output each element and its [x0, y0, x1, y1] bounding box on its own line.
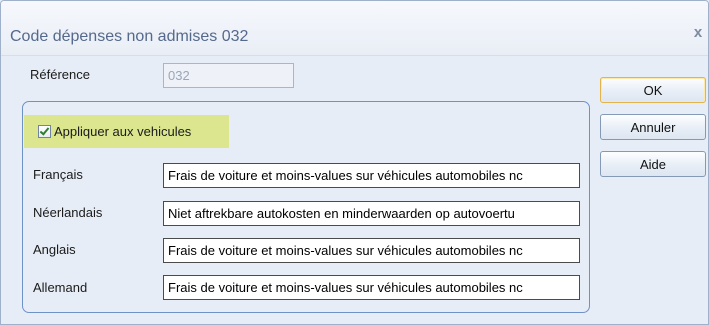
check-icon	[39, 125, 50, 136]
english-label: Anglais	[33, 242, 76, 257]
english-field[interactable]	[163, 238, 580, 263]
ok-button[interactable]: OK	[600, 77, 706, 103]
title-bar[interactable]: Code dépenses non admises 032 x	[1, 1, 708, 56]
french-field[interactable]	[163, 163, 580, 188]
close-icon[interactable]: x	[690, 24, 706, 42]
cancel-button[interactable]: Annuler	[600, 114, 706, 140]
reference-label: Référence	[30, 67, 90, 82]
apply-vehicles-label[interactable]: Appliquer aux vehicules	[54, 123, 191, 141]
dutch-label: Néerlandais	[33, 205, 103, 220]
dutch-field[interactable]	[163, 201, 580, 226]
dialog-window: Code dépenses non admises 032 x Référenc…	[0, 0, 709, 325]
german-label: Allemand	[33, 280, 88, 295]
dialog-title: Code dépenses non admises 032	[10, 28, 249, 45]
translations-group: Appliquer aux vehicules Français Néerlan…	[22, 101, 590, 313]
german-field[interactable]	[163, 275, 580, 300]
apply-vehicles-checkbox[interactable]	[38, 125, 51, 138]
apply-vehicles-option[interactable]: Appliquer aux vehicules	[24, 115, 229, 148]
reference-field	[163, 63, 294, 88]
help-button[interactable]: Aide	[600, 151, 706, 177]
french-label: Français	[33, 167, 83, 182]
